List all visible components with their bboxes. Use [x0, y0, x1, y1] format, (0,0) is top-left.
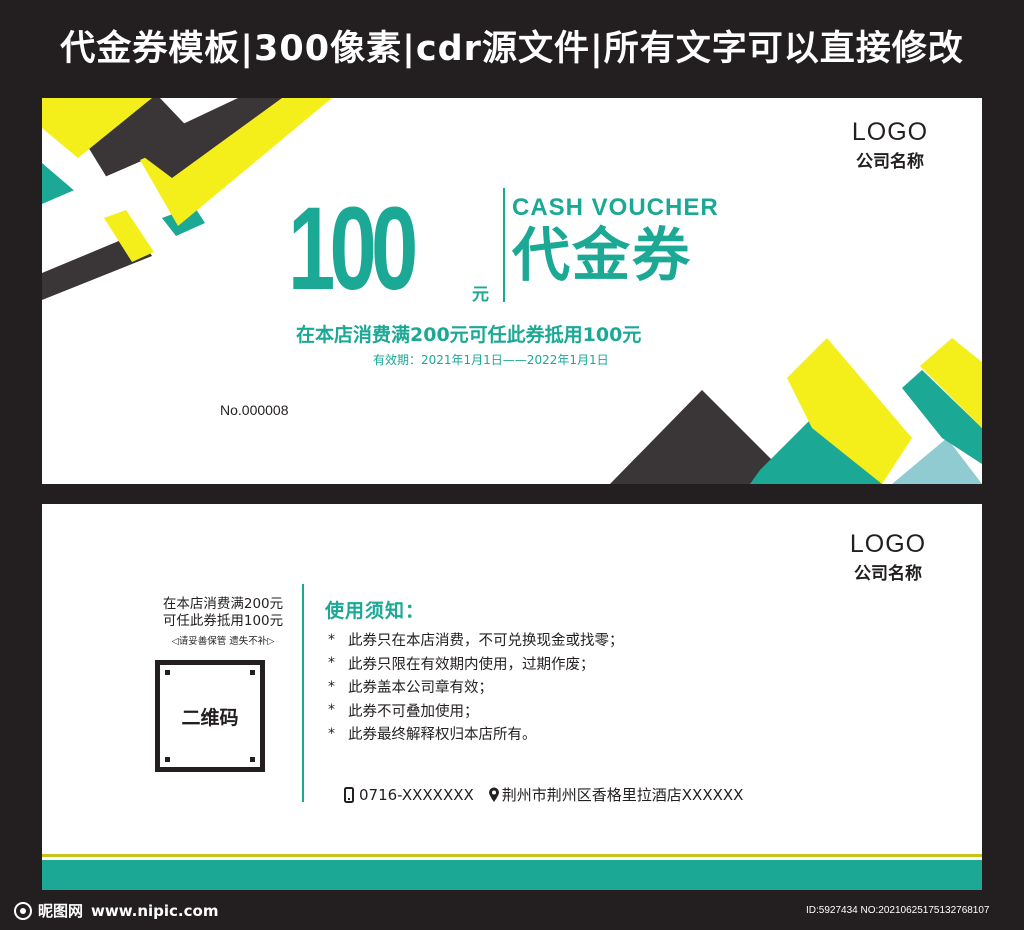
location-pin-icon	[488, 787, 499, 802]
title-divider	[503, 188, 505, 302]
rule-text: 此券盖本公司章有效；	[348, 680, 493, 697]
bottom-accent-line	[42, 854, 982, 857]
voucher-front: LOGO 公司名称 100 元 CASH VOUCHER 代金券 在本店消费满2…	[42, 98, 982, 484]
rule-item: * 此券只限在有效期内使用，过期作废；	[328, 652, 624, 676]
bottom-teal-stripe	[42, 860, 982, 890]
rule-text: 此券只在本店消费，不可兑换现金或找零；	[348, 633, 624, 650]
contact-info: 0716-XXXXXXX 荆州市荆州区香格里拉酒店XXXXXX	[343, 784, 743, 805]
voucher-title: 代金券	[512, 221, 693, 289]
back-condition-note: 在本店消费满200元 可任此券抵用100元	[138, 596, 308, 630]
validity-period: 有效期：2021年1月1日——2022年1月1日	[373, 353, 609, 367]
rule-item: * 此券只在本店消费，不可兑换现金或找零；	[328, 628, 624, 652]
rule-item: * 此券最终解释权归本店所有。	[328, 722, 624, 746]
company-name: 公司名称	[854, 564, 922, 584]
address: 荆州市荆州区香格里拉酒店XXXXXX	[501, 786, 744, 804]
rule-bullet: *	[328, 678, 335, 695]
logo: LOGO	[851, 118, 929, 146]
rule-bullet: *	[328, 702, 335, 719]
rule-item: * 此券盖本公司章有效；	[328, 675, 624, 699]
rule-bullet: *	[328, 631, 335, 648]
site-url: www.nipic.com	[91, 901, 219, 920]
keep-safe-note: ◁请妥善保管 遗失不补▷	[171, 636, 275, 647]
company-name: 公司名称	[856, 152, 924, 172]
amount-unit: 元	[472, 285, 489, 305]
voucher-amount: 100	[288, 183, 418, 315]
nipic-logo-icon	[14, 901, 32, 920]
note-line-1: 在本店消费满200元	[162, 596, 284, 612]
image-id: ID:5927434 NO:20210625175132768107	[806, 905, 990, 916]
back-divider	[302, 584, 304, 802]
rule-text: 此券最终解释权归本店所有。	[348, 727, 537, 744]
site-name: 昵图网	[38, 902, 84, 920]
voucher-back: LOGO 公司名称 在本店消费满200元 可任此券抵用100元 ◁请妥善保管 遗…	[42, 504, 982, 890]
cash-voucher-title: CASH VOUCHER	[512, 194, 719, 221]
rule-bullet: *	[328, 725, 335, 742]
serial-number: No.000008	[220, 402, 289, 418]
logo-block: LOGO 公司名称	[830, 118, 950, 172]
rule-item: * 此券不可叠加使用；	[328, 699, 624, 723]
qr-code-box: 二维码	[155, 660, 265, 772]
qr-code-label: 二维码	[181, 706, 239, 729]
page-banner: 代金券模板|300像素|cdr源文件|所有文字可以直接修改	[60, 28, 964, 69]
rule-text: 此券只限在有效期内使用，过期作废；	[348, 656, 595, 673]
back-logo-block: LOGO 公司名称	[828, 530, 948, 584]
usage-notes-title: 使用须知：	[325, 600, 426, 622]
phone-number: 0716-XXXXXXX	[359, 785, 474, 804]
rule-bullet: *	[328, 655, 335, 672]
site-watermark: 昵图网 www.nipic.com	[12, 900, 218, 921]
usage-condition: 在本店消费满200元可任此券抵用100元	[296, 324, 642, 346]
note-line-2: 可任此券抵用100元	[162, 613, 284, 629]
rule-text: 此券不可叠加使用；	[348, 703, 479, 720]
logo: LOGO	[849, 530, 927, 558]
usage-rules-list: * 此券只在本店消费，不可兑换现金或找零； * 此券只限在有效期内使用，过期作废； …	[328, 628, 624, 746]
phone-icon	[344, 786, 354, 803]
